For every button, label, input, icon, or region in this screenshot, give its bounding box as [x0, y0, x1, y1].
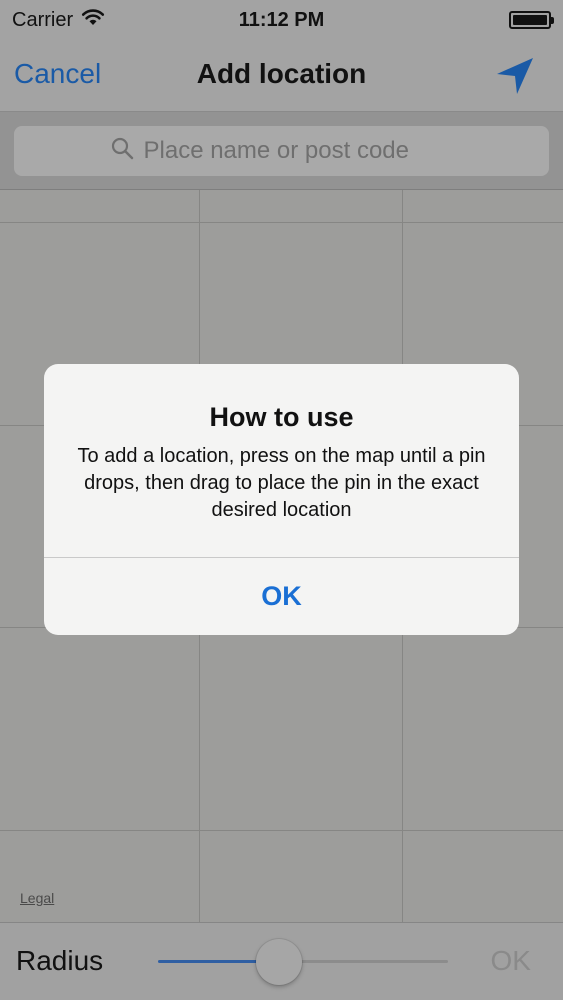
battery-icon: [509, 11, 554, 29]
map-grid-line: [0, 830, 563, 831]
page-title: Add location: [196, 58, 367, 89]
alert-ok-button[interactable]: OK: [44, 558, 519, 635]
search-icon: [110, 136, 134, 167]
how-to-use-alert: How to use To add a location, press on t…: [44, 364, 519, 635]
map-grid-line: [0, 222, 563, 223]
alert-title: How to use: [209, 402, 354, 432]
ok-button[interactable]: OK: [491, 945, 531, 977]
navigation-bar: Cancel Add location: [0, 40, 563, 112]
radius-slider-thumb[interactable]: [256, 939, 302, 985]
carrier-label: Carrier: [12, 8, 74, 31]
status-left: Carrier: [12, 8, 105, 32]
location-arrow-icon[interactable]: [493, 54, 537, 98]
bottom-toolbar: Radius OK: [0, 922, 563, 1000]
alert-message: To add a location, press on the map unti…: [77, 445, 486, 521]
search-field[interactable]: [14, 126, 549, 176]
radius-slider-track[interactable]: [280, 960, 448, 963]
battery-level: [513, 15, 547, 25]
search-input[interactable]: [143, 137, 454, 165]
radius-label: Radius: [16, 945, 104, 976]
search-bar: [0, 112, 563, 190]
wifi-icon: [81, 8, 105, 32]
status-bar: Carrier 11:12 PM: [0, 0, 563, 40]
legal-link[interactable]: Legal: [20, 890, 54, 906]
